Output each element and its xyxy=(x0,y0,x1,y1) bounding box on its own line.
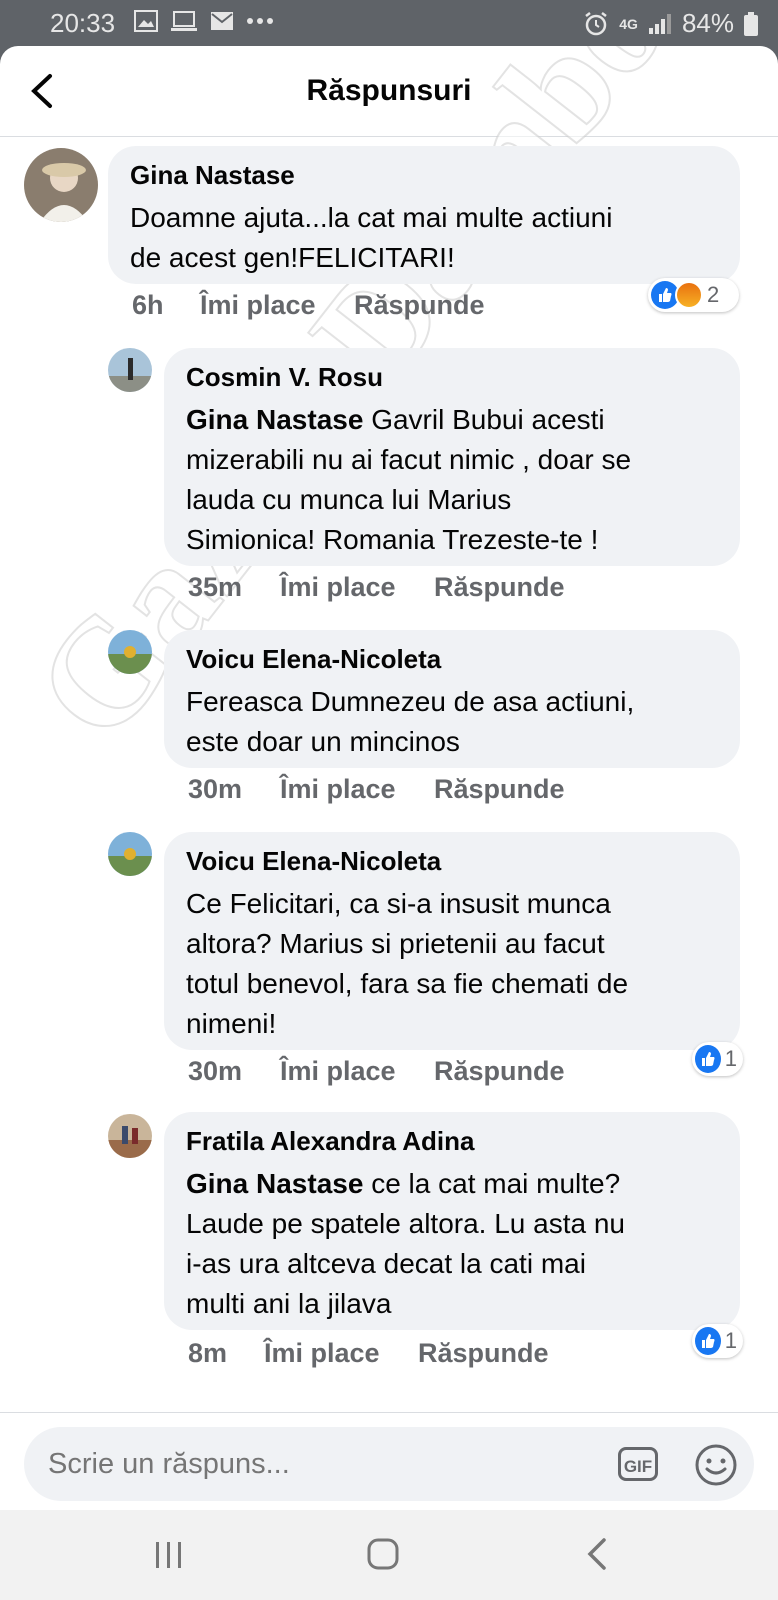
comment-time[interactable]: 6h xyxy=(132,290,164,321)
avatar[interactable] xyxy=(108,630,152,674)
comment-bubble[interactable]: Gina Nastase Doamne ajuta...la cat mai m… xyxy=(108,146,740,284)
comment-bubble[interactable]: Cosmin V. Rosu Gina Nastase Gavril Bubui… xyxy=(164,348,740,566)
like-button[interactable]: Îmi place xyxy=(280,774,396,805)
page-title: Răspunsuri xyxy=(306,74,472,107)
battery-icon xyxy=(744,11,758,36)
reply-button[interactable]: Răspunde xyxy=(434,774,565,805)
comment-author[interactable]: Gina Nastase xyxy=(130,160,295,191)
comment-time[interactable]: 30m xyxy=(188,1056,242,1087)
reply-button[interactable]: Răspunde xyxy=(434,1056,565,1087)
like-button[interactable]: Îmi place xyxy=(280,1056,396,1087)
comment-text: Ce Felicitari, ca si-a insusit munca alt… xyxy=(186,888,629,1039)
home-icon[interactable] xyxy=(366,1536,400,1572)
comment-bubble[interactable]: Voicu Elena-Nicoleta Fereasca Dumnezeu d… xyxy=(164,630,740,768)
reaction-count: 1 xyxy=(724,1046,737,1071)
gif-button[interactable]: GIF xyxy=(618,1447,658,1481)
more-icon xyxy=(247,18,273,24)
avatar[interactable] xyxy=(108,832,152,876)
system-nav-bar xyxy=(0,1510,778,1600)
like-button[interactable]: Îmi place xyxy=(200,290,316,321)
like-reaction-icon xyxy=(695,1045,721,1073)
comment-author[interactable]: Fratila Alexandra Adina xyxy=(186,1126,475,1157)
avatar[interactable] xyxy=(108,348,152,392)
reply-button[interactable]: Răspunde xyxy=(434,572,565,603)
reply-input[interactable] xyxy=(46,1443,570,1485)
gallery-icon xyxy=(134,10,158,32)
header: Răspunsuri xyxy=(0,46,778,137)
mention-link[interactable]: Gina Nastase xyxy=(186,1168,363,1199)
comment-author[interactable]: Voicu Elena-Nicoleta xyxy=(186,644,441,675)
comment-text: Fereasca Dumnezeu de asa actiuni, este d… xyxy=(186,686,635,757)
reaction-summary[interactable]: 1 xyxy=(692,1042,743,1076)
mail-icon xyxy=(211,12,233,30)
avatar[interactable] xyxy=(24,148,98,222)
comment-author[interactable]: Cosmin V. Rosu xyxy=(186,362,383,393)
reply-button[interactable]: Răspunde xyxy=(354,290,485,321)
like-button[interactable]: Îmi place xyxy=(264,1338,380,1369)
angry-reaction-icon xyxy=(675,281,703,309)
comment-time[interactable]: 30m xyxy=(188,774,242,805)
like-button[interactable]: Îmi place xyxy=(280,572,396,603)
alarm-icon xyxy=(585,11,608,35)
mention-link[interactable]: Gina Nastase xyxy=(186,404,363,435)
reaction-summary[interactable]: 1 xyxy=(692,1324,743,1358)
comment-bubble[interactable]: Voicu Elena-Nicoleta Ce Felicitari, ca s… xyxy=(164,832,740,1050)
reaction-count: 2 xyxy=(707,282,720,307)
reply-composer: GIF xyxy=(0,1412,778,1510)
comment-time[interactable]: 35m xyxy=(188,572,242,603)
replies-sheet: Răspunsuri GazetaDambovitei.ro Gina Nast… xyxy=(0,46,778,1510)
reaction-count: 1 xyxy=(724,1328,737,1353)
network-label: 4G xyxy=(619,15,638,32)
emoji-icon[interactable] xyxy=(694,1443,738,1487)
comment-time[interactable]: 8m xyxy=(188,1338,227,1369)
comment-text: Gina Nastase Gavril Bubui acesti mizerab… xyxy=(186,404,632,555)
laptop-icon xyxy=(171,11,197,31)
status-bar: 20:33 4G 84% xyxy=(0,0,778,46)
back-nav-icon[interactable] xyxy=(582,1536,612,1572)
like-reaction-icon xyxy=(695,1327,721,1355)
signal-icon xyxy=(648,13,671,34)
status-time: 20:33 xyxy=(50,8,116,38)
recent-apps-icon[interactable] xyxy=(152,1540,186,1570)
comment-bubble[interactable]: Fratila Alexandra Adina Gina Nastase ce … xyxy=(164,1112,740,1330)
avatar[interactable] xyxy=(108,1114,152,1158)
comment-text: Doamne ajuta...la cat mai multe actiuni … xyxy=(130,202,613,273)
reaction-summary[interactable]: 2 xyxy=(648,278,739,312)
comment-text: Gina Nastase ce la cat mai multe? Laude … xyxy=(186,1168,626,1319)
composer-box[interactable]: GIF xyxy=(24,1427,754,1501)
comment-author[interactable]: Voicu Elena-Nicoleta xyxy=(186,846,441,877)
battery-level: 84% xyxy=(681,8,734,38)
reply-button[interactable]: Răspunde xyxy=(418,1338,549,1369)
